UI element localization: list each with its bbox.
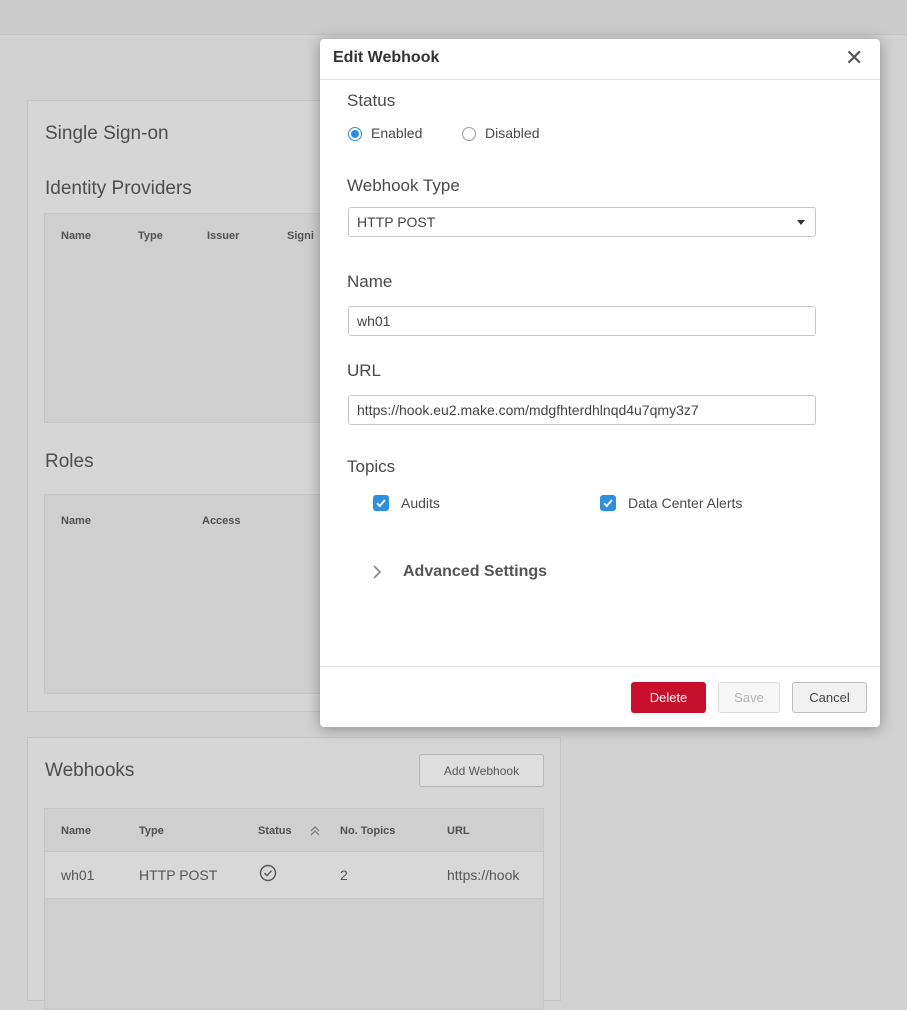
- row-type: HTTP POST: [139, 867, 218, 883]
- idp-col-issuer[interactable]: Issuer: [207, 230, 239, 242]
- modal-header: Edit Webhook ✕: [320, 39, 880, 80]
- add-webhook-button[interactable]: Add Webhook: [419, 754, 544, 787]
- status-disabled-radio[interactable]: [462, 127, 476, 141]
- modal-title: Edit Webhook: [333, 49, 440, 66]
- chevron-right-icon[interactable]: [371, 562, 383, 582]
- row-topics: 2: [340, 867, 348, 883]
- audits-checkbox[interactable]: [373, 495, 389, 511]
- webhooks-table: Name Type Status No. Topics URL wh01 HTT…: [44, 808, 544, 1010]
- status-disabled-label[interactable]: Disabled: [485, 125, 539, 141]
- idp-col-signing[interactable]: Signi: [287, 230, 314, 242]
- wh-col-name[interactable]: Name: [61, 825, 91, 837]
- idp-col-name[interactable]: Name: [61, 230, 91, 242]
- webhooks-title: Webhooks: [45, 760, 135, 781]
- data-center-alerts-label[interactable]: Data Center Alerts: [628, 495, 742, 511]
- wh-col-topics[interactable]: No. Topics: [340, 825, 395, 837]
- identity-providers-title: Identity Providers: [45, 178, 192, 199]
- status-enabled-radio[interactable]: [348, 127, 362, 141]
- sso-title: Single Sign-on: [45, 123, 169, 144]
- url-label: URL: [347, 361, 382, 380]
- idp-col-type[interactable]: Type: [138, 230, 163, 242]
- edit-webhook-modal: Edit Webhook ✕ Status Enabled Disabled W…: [320, 39, 880, 727]
- close-icon[interactable]: ✕: [845, 45, 863, 71]
- save-button[interactable]: Save: [718, 682, 780, 713]
- name-field[interactable]: wh01: [348, 306, 816, 336]
- check-icon: [376, 499, 386, 508]
- status-label: Status: [347, 91, 396, 110]
- modal-footer: Delete Save Cancel: [320, 666, 880, 728]
- check-icon: [603, 499, 613, 508]
- advanced-settings-toggle[interactable]: Advanced Settings: [403, 563, 547, 581]
- chevron-down-icon: [797, 220, 805, 225]
- sort-ascending-icon[interactable]: [310, 824, 320, 842]
- delete-button[interactable]: Delete: [631, 682, 706, 713]
- data-center-alerts-checkbox[interactable]: [600, 495, 616, 511]
- webhook-type-label: Webhook Type: [347, 176, 460, 195]
- webhook-type-select[interactable]: HTTP POST: [348, 207, 816, 237]
- wh-col-status[interactable]: Status: [258, 825, 292, 837]
- status-enabled-label[interactable]: Enabled: [371, 125, 422, 141]
- roles-col-name[interactable]: Name: [61, 515, 91, 527]
- wh-col-type[interactable]: Type: [139, 825, 164, 837]
- row-name: wh01: [61, 867, 95, 883]
- cancel-button[interactable]: Cancel: [792, 682, 867, 713]
- url-field[interactable]: https://hook.eu2.make.com/mdgfhterdhlnqd…: [348, 395, 816, 425]
- check-circle-icon: [259, 864, 277, 887]
- roles-col-access[interactable]: Access: [202, 515, 241, 527]
- roles-title: Roles: [45, 451, 94, 472]
- topics-label: Topics: [347, 457, 396, 476]
- table-row[interactable]: wh01 HTTP POST 2 https://hook: [45, 851, 543, 899]
- webhook-type-value: HTTP POST: [357, 214, 436, 230]
- name-label: Name: [347, 272, 393, 291]
- webhooks-panel: Webhooks Add Webhook Name Type Status No…: [27, 737, 561, 1010]
- audits-label[interactable]: Audits: [401, 495, 440, 511]
- wh-col-url[interactable]: URL: [447, 825, 470, 837]
- row-url: https://hook: [447, 867, 520, 883]
- top-bar: [0, 0, 907, 35]
